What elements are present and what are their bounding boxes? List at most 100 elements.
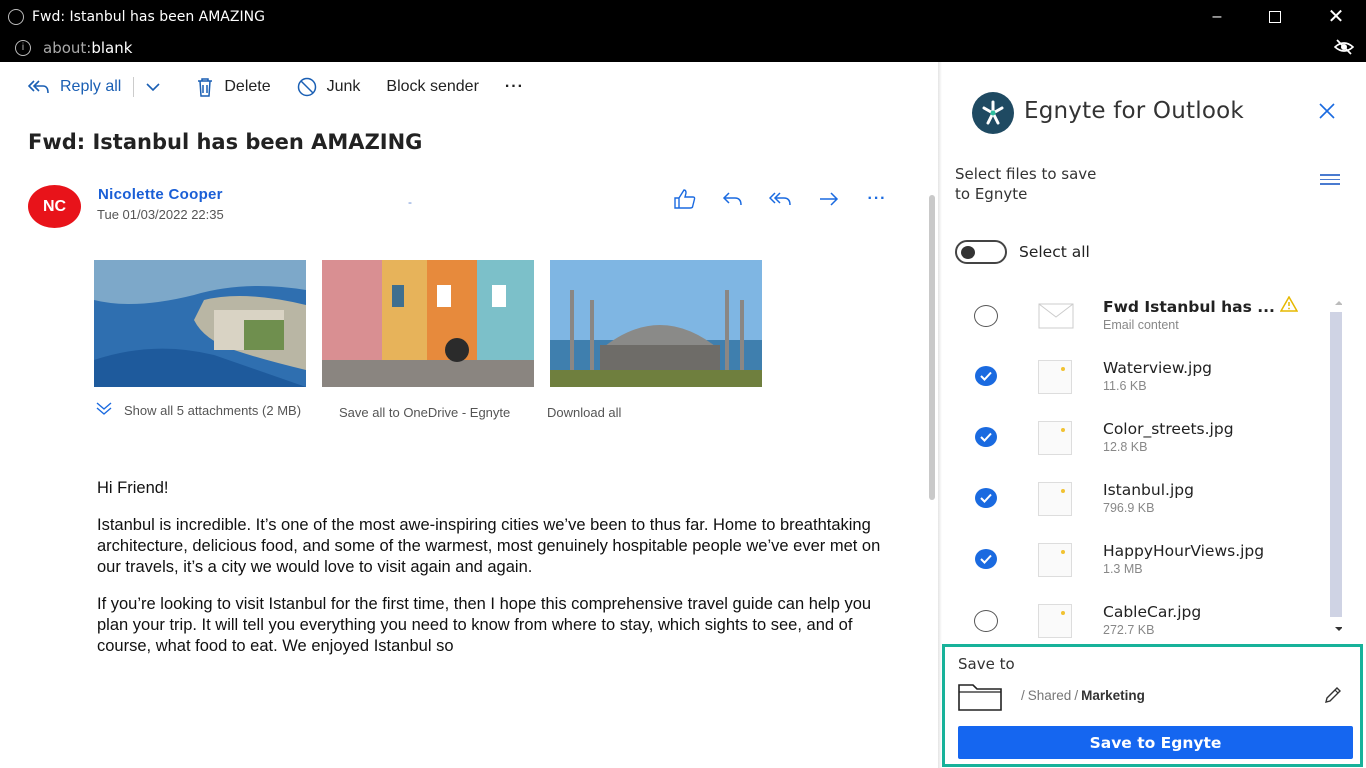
more-actions-button[interactable]: ··· <box>505 78 524 96</box>
attachment-thumbnail-color-streets[interactable] <box>322 260 534 387</box>
block-sender-button[interactable]: Block sender <box>386 78 479 96</box>
url-text[interactable]: about:blank <box>43 39 132 57</box>
body-paragraph-2: If you’re looking to visit Istanbul for … <box>97 595 872 655</box>
block-sender-label: Block sender <box>386 78 479 95</box>
file-checkbox[interactable] <box>974 305 998 327</box>
mail-toolbar: Reply all Delete Junk Block sender ··· <box>0 62 940 112</box>
pencil-icon[interactable] <box>1323 685 1343 705</box>
window-titlebar: Fwd: Istanbul has been AMAZING – ✕ <box>0 0 1366 33</box>
save-to-egnyte-button[interactable]: Save to Egnyte <box>958 726 1353 759</box>
file-checkbox[interactable] <box>974 610 998 632</box>
file-size: 1.3 MB <box>1103 562 1143 576</box>
image-file-icon <box>1038 421 1072 455</box>
minimize-button[interactable]: – <box>1187 0 1247 33</box>
image-file-icon <box>1038 482 1072 516</box>
save-to-label: Save to <box>958 655 1015 673</box>
sent-date: Tue 01/03/2022 22:35 <box>97 207 224 222</box>
window-title: Fwd: Istanbul has been AMAZING <box>32 8 265 25</box>
reply-all-icon[interactable] <box>768 186 794 212</box>
file-size: 12.8 KB <box>1103 440 1148 454</box>
image-file-icon <box>1038 604 1072 638</box>
list-item[interactable]: Fwd Istanbul has ... Email content <box>942 290 1332 351</box>
download-all-link[interactable]: Download all <box>547 405 621 420</box>
file-name: Fwd Istanbul has ... <box>1103 298 1275 316</box>
more-options-icon[interactable]: ··· <box>864 186 890 212</box>
path-leaf: Marketing <box>1081 688 1145 703</box>
scroll-down-icon <box>1335 627 1342 631</box>
maximize-button[interactable] <box>1245 0 1305 33</box>
message-body: Hi Friend! Istanbul is incredible. It’s … <box>97 478 887 673</box>
message-actions: ··· <box>672 186 890 212</box>
body-greeting: Hi Friend! <box>97 479 169 497</box>
select-all-label: Select all <box>1019 243 1090 261</box>
checkmark-icon <box>980 432 992 442</box>
trash-icon <box>198 78 213 97</box>
junk-button[interactable]: Junk <box>297 77 361 97</box>
reply-all-icon <box>28 80 49 94</box>
egnyte-title: Egnyte for Outlook <box>1024 98 1244 124</box>
reply-all-label: Reply all <box>60 78 122 95</box>
instruction-line-2: to Egnyte <box>955 185 1028 203</box>
avatar[interactable]: NC <box>28 185 81 228</box>
file-checkbox-checked[interactable] <box>975 366 997 386</box>
scrollbar-thumb[interactable] <box>1330 312 1342 617</box>
hamburger-menu-icon[interactable] <box>1320 174 1340 188</box>
eye-slash-icon[interactable] <box>1334 39 1354 55</box>
attachment-thumbnail-istanbul[interactable] <box>550 260 762 387</box>
address-bar: i about:blank <box>0 33 1366 62</box>
folder-icon <box>958 684 1002 711</box>
like-icon[interactable] <box>672 186 698 212</box>
show-all-attachments-link[interactable]: Show all 5 attachments (2 MB) <box>124 403 301 418</box>
chevron-down-icon <box>146 83 160 92</box>
file-list-scrollbar[interactable] <box>1330 300 1342 631</box>
delete-label: Delete <box>224 78 271 95</box>
message-subject: Fwd: Istanbul has been AMAZING <box>28 130 423 154</box>
sender-name[interactable]: Nicolette Cooper <box>98 186 223 203</box>
double-chevron-down-icon[interactable] <box>95 402 113 416</box>
close-window-button[interactable]: ✕ <box>1306 0 1366 33</box>
reply-options-dropdown[interactable] <box>146 82 170 92</box>
email-icon <box>1038 299 1074 333</box>
more-icon: ··· <box>504 78 524 95</box>
attachment-thumbnail-waterview[interactable] <box>94 260 306 387</box>
file-size: 796.9 KB <box>1103 501 1155 515</box>
image-file-icon <box>1038 543 1072 577</box>
dash-separator: - <box>408 195 412 209</box>
file-name: HappyHourViews.jpg <box>1103 542 1265 560</box>
reply-all-button[interactable]: Reply all <box>28 78 121 96</box>
file-checkbox-checked[interactable] <box>975 488 997 508</box>
egnyte-logo-icon <box>972 92 1014 134</box>
list-item[interactable]: CableCar.jpg 272.7 KB <box>942 595 1332 640</box>
block-icon <box>297 77 316 97</box>
save-all-onedrive-link[interactable]: Save all to OneDrive - Egnyte <box>339 405 510 420</box>
select-all-toggle[interactable] <box>955 240 1007 264</box>
close-icon[interactable] <box>1316 100 1338 122</box>
checkmark-icon <box>980 554 992 564</box>
file-list: Fwd Istanbul has ... Email content Water… <box>942 290 1342 640</box>
forward-icon[interactable] <box>816 186 842 212</box>
delete-button[interactable]: Delete <box>196 77 271 97</box>
checkmark-icon <box>980 493 992 503</box>
scroll-up-icon <box>1335 301 1342 305</box>
junk-label: Junk <box>326 78 361 95</box>
reply-icon[interactable] <box>720 186 746 212</box>
file-checkbox-checked[interactable] <box>975 549 997 569</box>
list-item[interactable]: Istanbul.jpg 796.9 KB <box>942 473 1332 534</box>
warning-icon <box>1280 296 1298 312</box>
list-item[interactable]: Waterview.jpg 11.6 KB <box>942 351 1332 412</box>
mail-scrollbar[interactable] <box>929 195 935 500</box>
list-item[interactable]: HappyHourViews.jpg 1.3 MB <box>942 534 1332 595</box>
info-icon[interactable]: i <box>15 39 31 56</box>
save-path[interactable]: / Shared / Marketing <box>1018 688 1145 703</box>
file-size: Email content <box>1103 318 1179 332</box>
toolbar-divider <box>133 77 135 97</box>
path-root: Shared <box>1027 688 1072 703</box>
file-checkbox-checked[interactable] <box>975 427 997 447</box>
save-to-section: Save to / Shared / Marketing Save to Egnyte <box>942 644 1363 767</box>
instruction-line-1: Select files to save <box>955 165 1097 183</box>
file-name: Istanbul.jpg <box>1103 481 1194 499</box>
egnyte-panel: Egnyte for Outlook Select files to save … <box>942 62 1366 768</box>
list-item[interactable]: Color_streets.jpg 12.8 KB <box>942 412 1332 473</box>
checkmark-icon <box>980 371 992 381</box>
file-size: 11.6 KB <box>1103 379 1147 393</box>
